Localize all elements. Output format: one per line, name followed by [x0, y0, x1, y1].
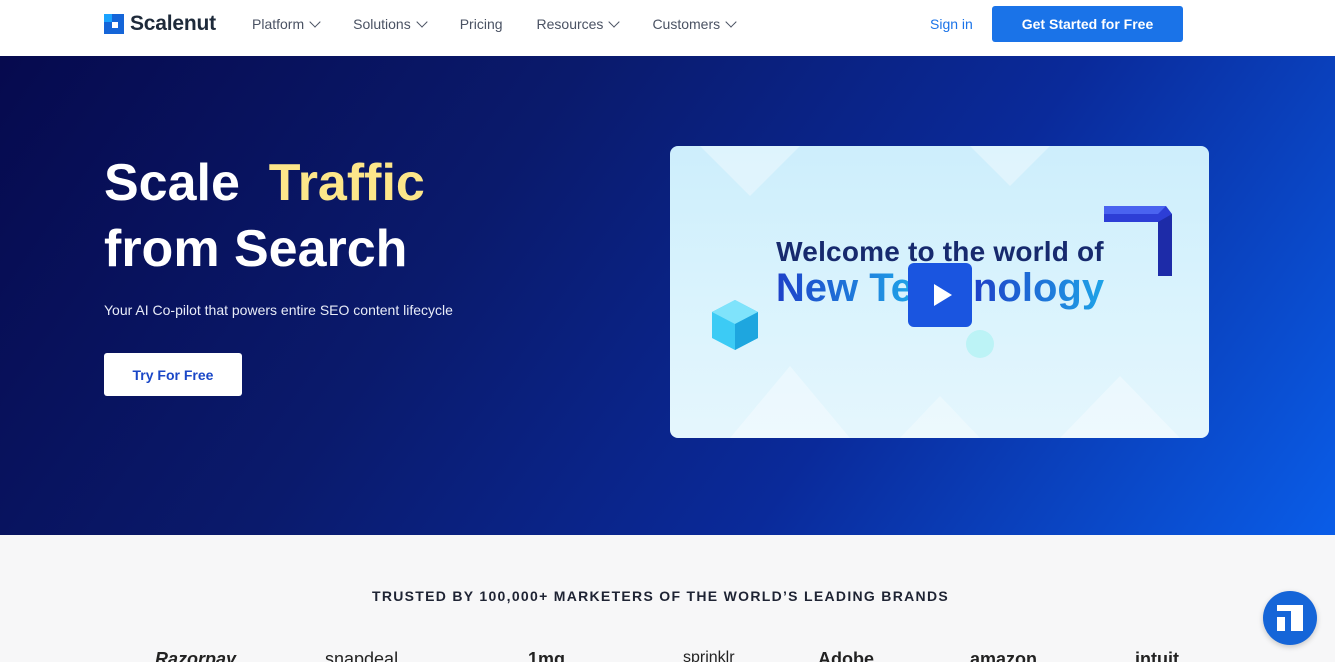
menu-item-platform[interactable]: Platform	[252, 16, 321, 32]
top-nav: Scalenut Platform Solutions Pricing Reso…	[0, 0, 1335, 56]
chevron-down-icon	[416, 16, 428, 28]
chevron-down-icon	[309, 16, 321, 28]
scalenut-logo[interactable]: Scalenut	[104, 12, 216, 36]
play-icon	[933, 284, 952, 306]
menu-item-pricing[interactable]: Pricing	[460, 16, 503, 32]
hero-headline: Scale Traffic from Search	[104, 150, 425, 282]
video-subtitle-left: New Te	[775, 266, 913, 310]
brand-logo-sprinklr: sprinklr	[683, 649, 735, 662]
crystal-cube-icon	[712, 300, 758, 350]
trusted-brands-section: TRUSTED BY 100,000+ MARKETERS OF THE WOR…	[0, 535, 1335, 662]
intro-video-player[interactable]: Welcome to the world of New Te nology	[670, 146, 1209, 438]
trusted-by-heading: TRUSTED BY 100,000+ MARKETERS OF THE WOR…	[371, 588, 949, 604]
brand-logo-intuit: intuit	[1135, 649, 1179, 662]
menu-label-platform: Platform	[252, 16, 305, 32]
brand-logo-1mg: 1mg	[528, 649, 566, 662]
3d-bracket-icon	[1104, 206, 1172, 276]
brand-logo-adobe: Adobe	[818, 649, 874, 662]
menu-item-resources[interactable]: Resources	[536, 16, 621, 32]
menu-label-resources: Resources	[536, 16, 604, 32]
hero-section: Scale Traffic from Search Your AI Co-pil…	[0, 56, 1335, 535]
video-subtitle-right: nology	[972, 266, 1105, 310]
main-menu: Platform Solutions Pricing Resources Cus…	[252, 16, 737, 32]
get-started-button[interactable]: Get Started for Free	[992, 6, 1183, 42]
brand-logos-row: Razorpay snapdeal 1mg sprinklr Adobe ama…	[155, 649, 1235, 662]
try-for-free-button[interactable]: Try For Free	[104, 353, 242, 396]
menu-label-solutions: Solutions	[353, 16, 411, 32]
menu-label-customers: Customers	[652, 16, 721, 32]
brand-logo-amazon: amazon	[970, 649, 1038, 662]
menu-item-customers[interactable]: Customers	[652, 16, 737, 32]
menu-label-pricing: Pricing	[459, 16, 503, 32]
play-button[interactable]	[908, 263, 972, 327]
headline-accent: Traffic	[268, 154, 425, 212]
chevron-down-icon	[608, 16, 621, 28]
brand-logo-snapdeal: snapdeal	[325, 649, 399, 662]
chat-logo-icon	[1277, 605, 1303, 631]
chevron-down-icon	[725, 16, 737, 28]
chat-widget-button[interactable]	[1263, 591, 1317, 645]
brand-name: Scalenut	[130, 12, 216, 35]
menu-item-solutions[interactable]: Solutions	[353, 16, 428, 32]
sign-in-link[interactable]: Sign in	[930, 16, 973, 32]
headline-word-scale: Scale	[104, 154, 240, 212]
hero-subtitle: Your AI Co-pilot that powers entire SEO …	[104, 302, 453, 318]
headline-line-2: from Search	[104, 220, 408, 278]
scalenut-logo-icon	[104, 14, 124, 34]
brand-logo-razorpay: Razorpay	[155, 649, 237, 662]
